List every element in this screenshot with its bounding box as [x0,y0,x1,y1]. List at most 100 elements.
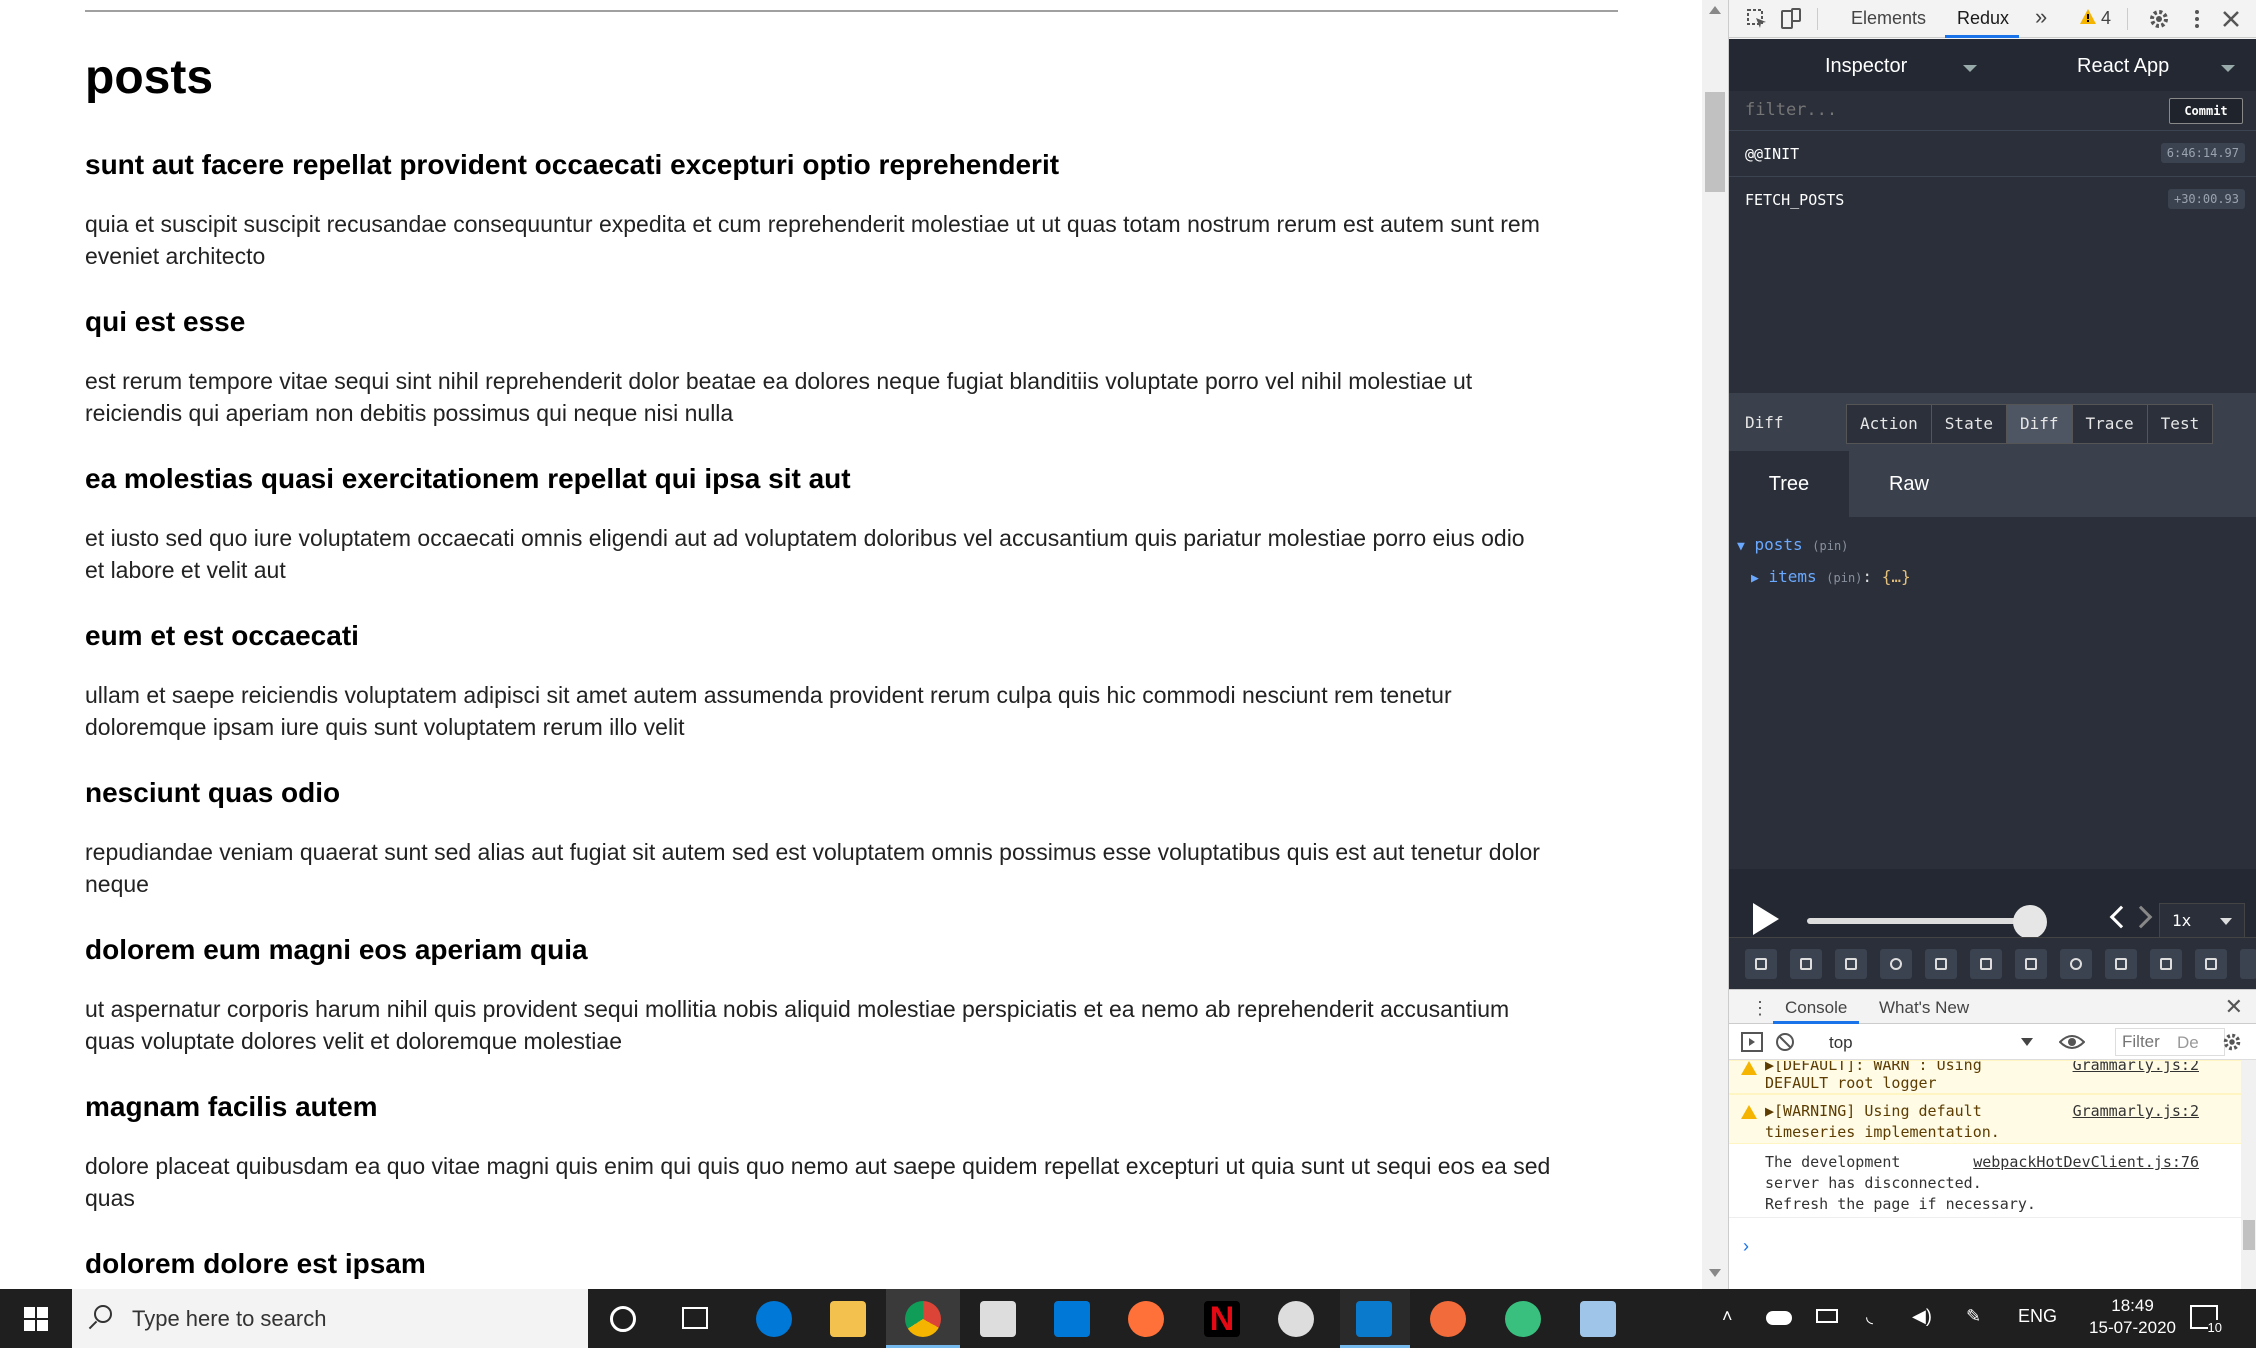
language-indicator[interactable]: ENG [2018,1306,2057,1327]
scrollbar-thumb[interactable] [2243,1220,2255,1250]
taskbar-search[interactable]: Type here to search [72,1289,588,1348]
pin-icon[interactable] [1970,949,2002,979]
persist-icon[interactable] [2060,949,2092,979]
firefox-icon[interactable] [1128,1301,1164,1337]
pause-recording-icon[interactable] [1880,949,1912,979]
kebab-menu-icon[interactable] [2185,7,2209,31]
netflix-icon[interactable]: N [1204,1301,1240,1337]
scroll-down-icon[interactable] [1709,1269,1721,1277]
atom-icon[interactable] [1505,1301,1541,1337]
chevron-down-icon[interactable] [1963,65,1977,72]
upload-icon[interactable] [2105,949,2137,979]
lock-icon[interactable] [1925,949,1957,979]
speed-select[interactable]: 1x [2159,903,2245,939]
context-select[interactable]: top [1829,1033,1853,1053]
battery-icon[interactable] [1816,1309,1838,1323]
tree-value[interactable]: {…} [1882,567,1911,586]
monitor-select[interactable]: Inspector [1825,55,1907,78]
tab-trace[interactable]: Trace [2072,405,2148,443]
task-view-icon[interactable] [682,1307,708,1329]
instance-select[interactable]: React App [2077,55,2169,78]
tab-elements[interactable]: Elements [1851,8,1926,29]
inspector-bottom-icon[interactable] [1835,949,1867,979]
volume-icon[interactable]: ◀) [1912,1306,1932,1327]
tab-diff[interactable]: Diff [2006,405,2073,443]
tree-node-items[interactable]: ▶ items (pin): {…} [1751,567,1911,586]
eye-icon[interactable] [2059,1032,2085,1052]
console-settings-icon[interactable] [2221,1031,2243,1053]
close-icon[interactable] [2219,7,2243,31]
keyboard-icon[interactable] [2015,949,2047,979]
tab-console[interactable]: Console [1785,998,1847,1018]
postman-icon[interactable] [1430,1301,1466,1337]
vscode-icon[interactable] [1356,1301,1392,1337]
log-levels-select[interactable]: De [2177,1033,2199,1053]
post-body: reiciendis qui aperiam non debitis possi… [85,400,734,426]
more-tabs-button[interactable]: » [2035,4,2047,30]
device-toolbar-icon[interactable] [1779,7,1803,31]
tab-raw[interactable]: Raw [1849,451,1969,517]
clock[interactable]: 18:49 15-07-2020 [2089,1295,2176,1339]
sidebar-toggle-icon[interactable] [1741,1032,1763,1052]
pin-link[interactable]: (pin) [1826,571,1862,585]
cortana-icon[interactable] [610,1306,636,1332]
drawer-menu-icon[interactable]: ⋮ [1751,998,1769,1019]
action-list-item[interactable]: @@INIT 6:46:14.97 [1729,131,2256,177]
tab-state[interactable]: State [1931,405,2007,443]
chevron-down-icon[interactable] [2021,1038,2033,1046]
app-icon[interactable] [1580,1301,1616,1337]
post-body: quas [85,1185,135,1211]
settings-icon[interactable] [2240,949,2256,979]
commit-button[interactable]: Commit [2169,98,2243,124]
scroll-up-icon[interactable] [1709,6,1721,14]
close-drawer-icon[interactable]: ✕ [2225,994,2243,1020]
file-explorer-icon[interactable] [830,1301,866,1337]
slider-handle[interactable] [2013,905,2047,939]
slider-track[interactable] [1807,918,2031,924]
tab-action[interactable]: Action [1847,405,1932,443]
onedrive-icon[interactable] [1766,1311,1792,1325]
settings-gear-icon[interactable] [2147,7,2171,31]
action-list-item[interactable]: FETCH_POSTS +30:00.93 [1729,177,2256,223]
collapsed-arrow-icon[interactable]: ▶ [1751,571,1759,586]
snipping-tool-icon[interactable] [1278,1301,1314,1337]
tab-redux[interactable]: Redux [1957,8,2009,29]
inspector-left-icon[interactable] [1745,949,1777,979]
windows-start-icon[interactable] [24,1307,48,1331]
tab-whats-new[interactable]: What's New [1879,998,1969,1018]
mail-icon[interactable] [1054,1301,1090,1337]
remote-icon[interactable] [2195,949,2227,979]
chrome-icon[interactable] [905,1301,941,1337]
post-body: ut aspernatur corporis harum nihil quis … [85,996,1510,1022]
tree-node-posts[interactable]: ▼ posts (pin) [1737,535,1848,554]
console-prompt[interactable]: › [1743,1236,1749,1257]
page-scrollbar[interactable] [1702,0,1728,1289]
notifications-icon[interactable]: 10 [2190,1305,2222,1335]
chevron-right-icon[interactable] [2129,905,2153,929]
inspect-element-icon[interactable] [1745,7,1769,31]
clear-console-icon[interactable] [1775,1032,1795,1052]
warning-icon[interactable] [2079,8,2097,26]
expanded-arrow-icon[interactable]: ▼ [1737,539,1745,554]
store-icon[interactable] [980,1301,1016,1337]
tab-test[interactable]: Test [2147,405,2213,443]
tab-tree[interactable]: Tree [1729,451,1849,517]
inspector-right-icon[interactable] [1790,949,1822,979]
wifi-icon[interactable]: ◟ [1866,1306,1873,1327]
console-scrollbar[interactable] [2241,1060,2256,1290]
warning-count[interactable]: 4 [2101,8,2111,29]
edge-icon[interactable] [756,1301,792,1337]
source-link[interactable]: webpackHotDevClient.js:76 [1973,1152,2199,1172]
play-icon[interactable] [1753,903,1779,935]
pin-link[interactable]: (pin) [1812,539,1848,553]
download-icon[interactable] [2150,949,2182,979]
chevron-down-icon[interactable] [2221,65,2235,72]
action-filter-input[interactable] [1743,97,2143,123]
show-hidden-icons-icon[interactable]: ˄ [1722,1306,1733,1327]
scrollbar-thumb[interactable] [1705,92,1725,192]
message-text[interactable]: ▶[WARNING] Using default [1765,1101,1982,1121]
source-link[interactable]: Grammarly.js:2 [2073,1101,2199,1121]
source-link[interactable]: Grammarly.js:2 [2073,1061,2199,1075]
pen-icon[interactable]: ✎ [1966,1306,1981,1327]
console-filter-input[interactable] [2115,1028,2225,1056]
